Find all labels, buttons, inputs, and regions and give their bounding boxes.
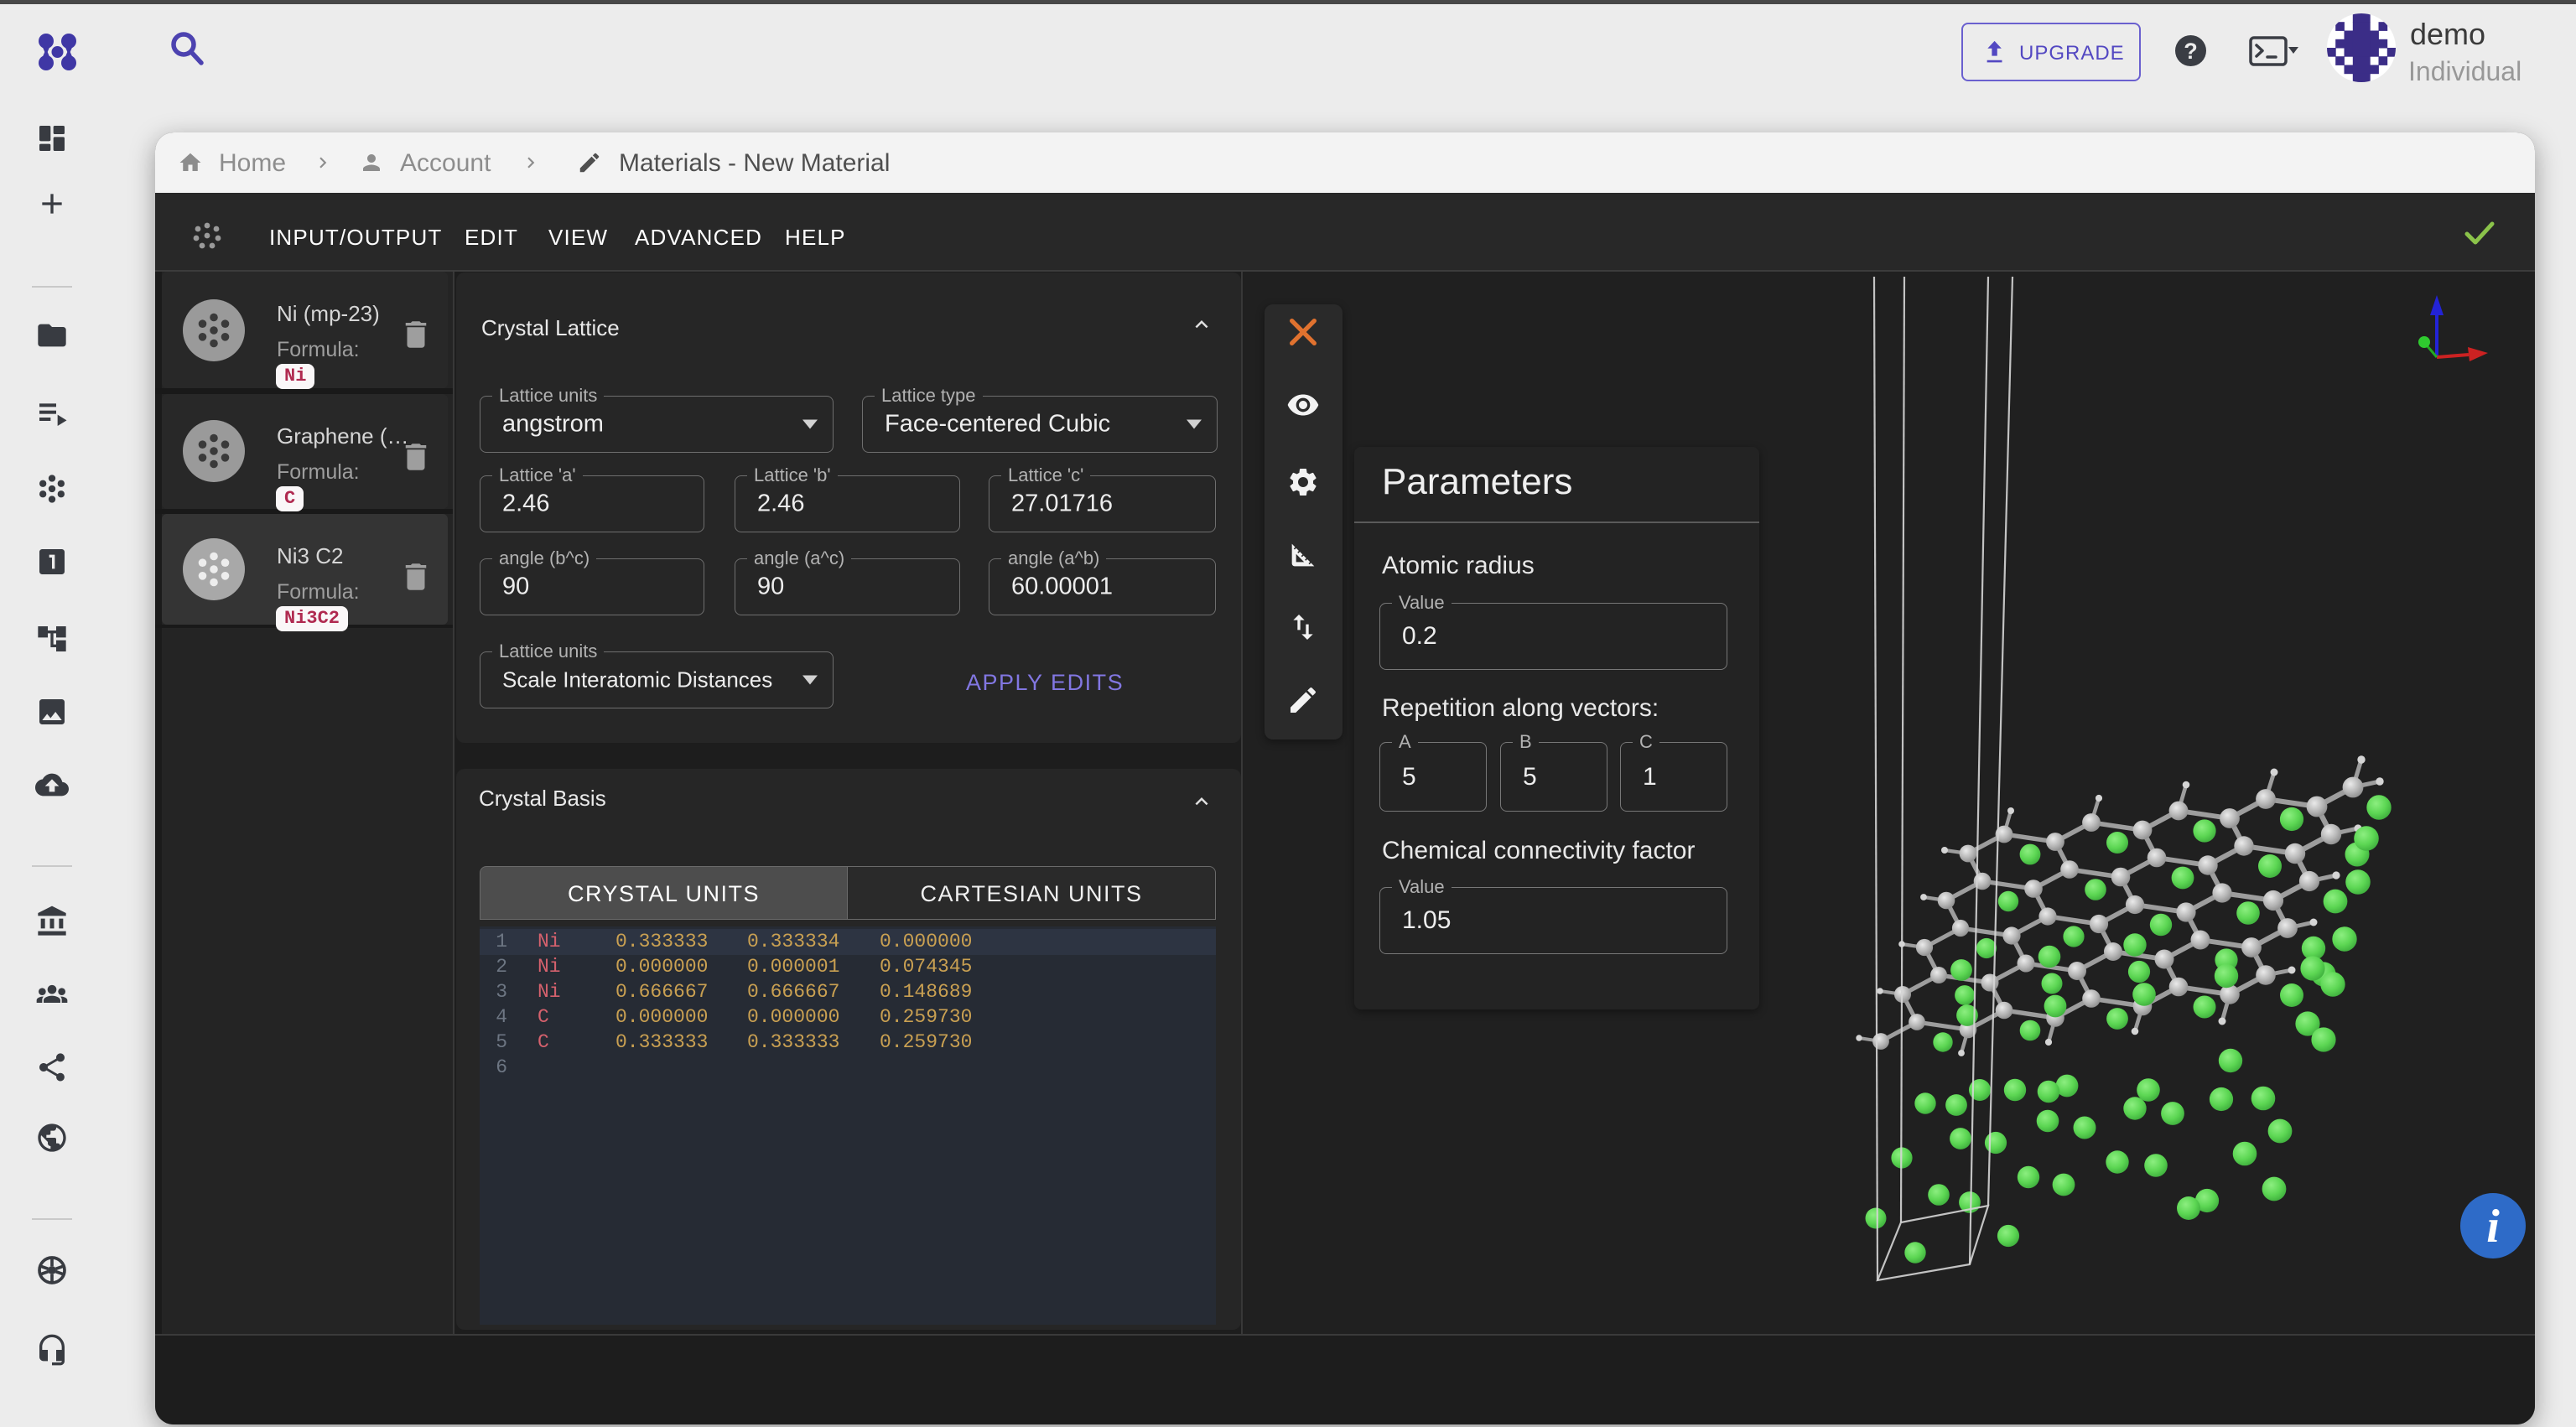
svg-text:i: i: [2486, 1201, 2500, 1253]
